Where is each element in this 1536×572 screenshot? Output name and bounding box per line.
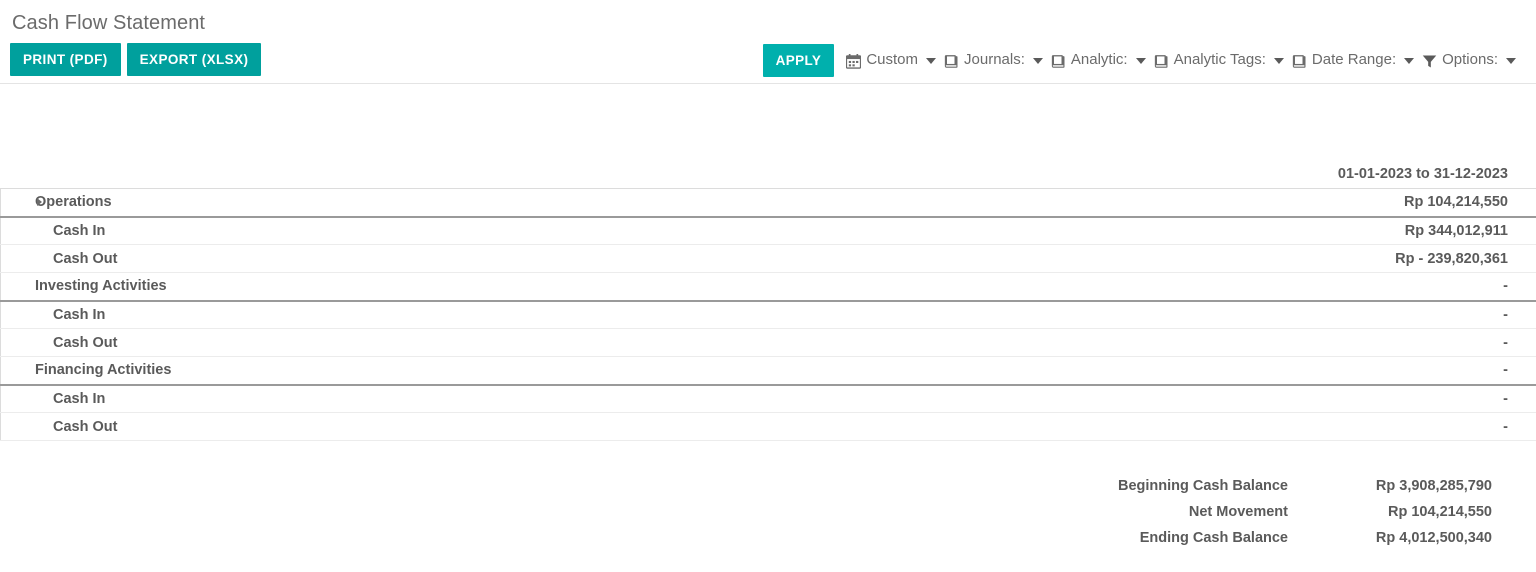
table-row[interactable]: Cash In Rp 344,012,911 bbox=[0, 216, 1536, 245]
filter-journals[interactable]: Journals: bbox=[942, 50, 1049, 70]
row-value: Rp 344,012,911 bbox=[1276, 216, 1536, 245]
control-bar: PRINT (PDF) EXPORT (XLSX) APPLY Custom J… bbox=[0, 36, 1536, 84]
filter-analytic-tags[interactable]: Analytic Tags: bbox=[1152, 50, 1290, 70]
summary-row: Net Movement Rp 104,214,550 bbox=[1118, 499, 1492, 525]
table-row[interactable]: Cash In - bbox=[0, 300, 1536, 329]
filter-label: Journals: bbox=[964, 51, 1025, 68]
row-value: - bbox=[1276, 328, 1536, 357]
chevron-down-icon bbox=[926, 58, 937, 64]
apply-button[interactable]: APPLY bbox=[762, 43, 835, 77]
row-label-cell: Cash In bbox=[0, 384, 1276, 413]
report-body: 01-01-2023 to 31-12-2023 Operations Rp 1… bbox=[0, 84, 1536, 551]
row-value: Rp 104,214,550 bbox=[1276, 188, 1536, 218]
row-label-cell: Cash In bbox=[0, 300, 1276, 329]
export-xlsx-button[interactable]: EXPORT (XLSX) bbox=[126, 43, 262, 76]
row-label: Operations bbox=[35, 194, 112, 211]
header-spacer-cell bbox=[1, 162, 1277, 189]
row-label: Cash Out bbox=[53, 250, 118, 267]
filter-label: Analytic Tags: bbox=[1173, 51, 1266, 68]
summary-label: Beginning Cash Balance bbox=[1117, 478, 1288, 494]
filter-analytic[interactable]: Analytic: bbox=[1049, 50, 1152, 70]
row-value: - bbox=[1276, 272, 1536, 302]
page-root: Cash Flow Statement PRINT (PDF) EXPORT (… bbox=[0, 0, 1536, 551]
row-label-cell: Financing Activities bbox=[0, 356, 1276, 386]
row-value: - bbox=[1276, 356, 1536, 386]
filter-date-range[interactable]: Date Range: bbox=[1290, 50, 1420, 70]
chevron-down-icon bbox=[1506, 58, 1516, 64]
row-label-cell: Cash In bbox=[0, 216, 1276, 245]
table-row[interactable]: Operations Rp 104,214,550 bbox=[0, 188, 1536, 218]
row-label-cell: Cash Out bbox=[0, 412, 1276, 441]
cash-flow-table-body: 01-01-2023 to 31-12-2023 Operations Rp 1… bbox=[0, 162, 1536, 441]
report-top-spacer bbox=[0, 84, 1536, 162]
calendar-icon bbox=[846, 53, 862, 69]
filter-label: Date Range: bbox=[1311, 51, 1397, 68]
row-value: Rp - 239,820,361 bbox=[1276, 244, 1536, 273]
row-value: - bbox=[1276, 384, 1536, 413]
chevron-down-icon bbox=[1404, 58, 1415, 64]
book-icon bbox=[1292, 54, 1307, 69]
filter-label: Analytic: bbox=[1070, 51, 1128, 68]
filter-label: Options: bbox=[1442, 51, 1498, 68]
row-value: - bbox=[1276, 300, 1536, 329]
row-label: Cash Out bbox=[53, 334, 118, 351]
cash-flow-table: 01-01-2023 to 31-12-2023 Operations Rp 1… bbox=[0, 162, 1536, 441]
filter-label: Custom bbox=[866, 51, 919, 68]
summary-value: Rp 4,012,500,340 bbox=[1375, 530, 1492, 546]
row-label: Financing Activities bbox=[35, 362, 172, 379]
table-row[interactable]: Cash Out - bbox=[0, 412, 1536, 441]
row-label: Cash In bbox=[53, 222, 106, 239]
filter-custom-date[interactable]: Custom bbox=[844, 50, 942, 70]
summary-value: Rp 104,214,550 bbox=[1388, 504, 1492, 520]
table-row[interactable]: Cash Out - bbox=[0, 328, 1536, 357]
summary-row: Beginning Cash Balance Rp 3,908,285,790 bbox=[1118, 473, 1492, 499]
summary-label: Net Movement bbox=[1188, 504, 1288, 520]
summary-section: Beginning Cash Balance Rp 3,908,285,790 … bbox=[0, 473, 1536, 551]
table-row[interactable]: Investing Activities - bbox=[0, 272, 1536, 302]
row-label-cell: Cash Out bbox=[0, 244, 1276, 273]
book-icon bbox=[1051, 54, 1066, 69]
row-label: Investing Activities bbox=[35, 278, 167, 295]
filter-bar: APPLY Custom Journals: Analytic: Analyti… bbox=[762, 42, 1522, 78]
print-pdf-button[interactable]: PRINT (PDF) bbox=[10, 43, 121, 76]
table-header-row: 01-01-2023 to 31-12-2023 bbox=[1, 162, 1536, 189]
period-column-header: 01-01-2023 to 31-12-2023 bbox=[1337, 166, 1508, 182]
filter-icon bbox=[1422, 54, 1437, 69]
summary-value: Rp 3,908,285,790 bbox=[1375, 478, 1492, 494]
chevron-down-icon bbox=[1273, 58, 1284, 64]
row-label: Cash In bbox=[53, 390, 106, 407]
row-value: - bbox=[1276, 412, 1536, 441]
row-label: Cash Out bbox=[53, 418, 118, 435]
book-icon bbox=[944, 54, 959, 69]
row-label-cell: Cash Out bbox=[0, 328, 1276, 357]
table-row[interactable]: Cash Out Rp - 239,820,361 bbox=[0, 244, 1536, 273]
chevron-down-icon bbox=[1032, 58, 1043, 64]
summary-row: Ending Cash Balance Rp 4,012,500,340 bbox=[1118, 525, 1492, 551]
row-label-cell[interactable]: Operations bbox=[0, 188, 1276, 218]
filter-options[interactable]: Options: bbox=[1420, 50, 1522, 70]
page-title: Cash Flow Statement bbox=[12, 12, 206, 34]
row-label-cell: Investing Activities bbox=[0, 272, 1276, 302]
chevron-down-icon bbox=[1135, 58, 1146, 64]
row-label: Cash In bbox=[53, 306, 106, 323]
table-row[interactable]: Financing Activities - bbox=[0, 356, 1536, 386]
summary-table: Beginning Cash Balance Rp 3,908,285,790 … bbox=[1118, 473, 1492, 551]
book-icon bbox=[1154, 54, 1169, 69]
summary-label: Ending Cash Balance bbox=[1139, 530, 1288, 546]
table-row[interactable]: Cash In - bbox=[0, 384, 1536, 413]
export-button-group: PRINT (PDF) EXPORT (XLSX) bbox=[10, 43, 262, 76]
caret-right-icon[interactable] bbox=[37, 198, 42, 207]
